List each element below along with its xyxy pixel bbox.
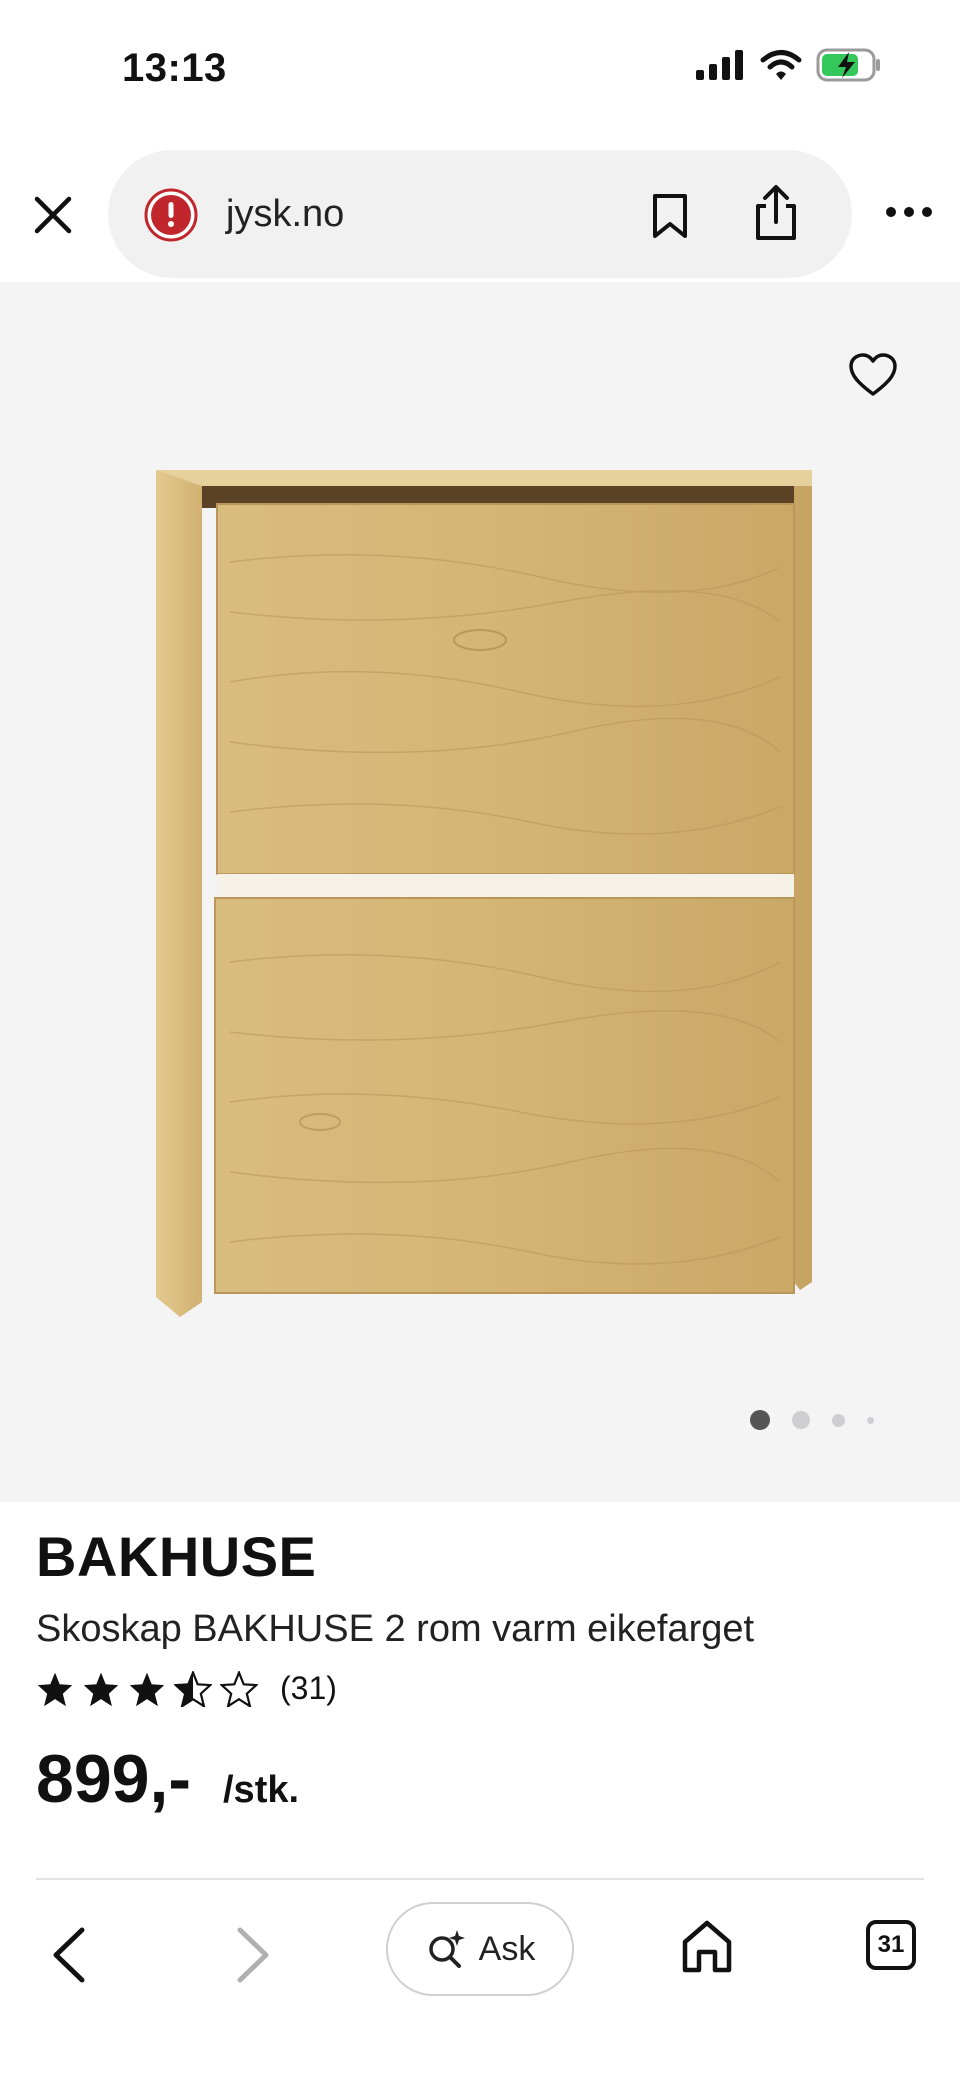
url-text[interactable]: jysk.no [226,193,344,236]
close-icon [34,196,72,234]
gallery-dot[interactable] [750,1410,770,1430]
status-bar: 13:13 [0,0,960,140]
close-button[interactable] [28,190,78,240]
product-photo [156,470,812,1317]
more-icon[interactable] [884,204,934,220]
ask-label: Ask [478,1929,536,1968]
heart-icon[interactable] [848,352,898,398]
gallery-pagination[interactable] [750,1410,874,1430]
tabs-button[interactable]: 31 [866,1920,916,1970]
review-count[interactable]: (31) [280,1670,337,1707]
price-row: 899,- /stk. [36,1740,299,1818]
signal-icon [696,50,743,80]
product-price: 899,- [36,1741,191,1817]
star-full-icon [83,1672,119,1706]
product-image-gallery[interactable] [0,282,960,1502]
product-title: Skoskap BAKHUSE 2 rom varm eikefarget [36,1608,755,1650]
star-full-icon [37,1672,73,1706]
ask-button[interactable]: Ask [386,1902,574,1996]
warning-icon[interactable] [144,188,198,242]
product-brand: BAKHUSE [36,1525,317,1588]
gallery-dot[interactable] [867,1416,874,1424]
star-full-icon [129,1672,165,1706]
gallery-dot[interactable] [832,1413,845,1427]
home-icon[interactable] [680,1918,734,1976]
wifi-icon [760,50,802,80]
price-unit: /stk. [223,1769,300,1811]
share-icon[interactable] [750,184,802,242]
star-half-icon [174,1670,212,1707]
search-sparkle-icon [428,1930,465,1968]
status-time: 13:13 [122,46,227,90]
browser-bar: jysk.no [0,140,960,282]
tabs-count: 31 [877,1931,905,1958]
status-icons [696,48,882,82]
product-rating[interactable]: (31) [36,1670,337,1707]
chevron-left-icon[interactable] [44,1922,94,1988]
bookmark-icon[interactable] [648,192,692,240]
battery-charging-icon [816,48,880,82]
chevron-right-icon[interactable] [228,1922,278,1988]
gallery-dot[interactable] [792,1411,810,1429]
address-bar[interactable]: jysk.no [108,150,852,278]
browser-toolbar: Ask 31 [0,1880,960,2081]
star-empty-icon [220,1670,258,1707]
